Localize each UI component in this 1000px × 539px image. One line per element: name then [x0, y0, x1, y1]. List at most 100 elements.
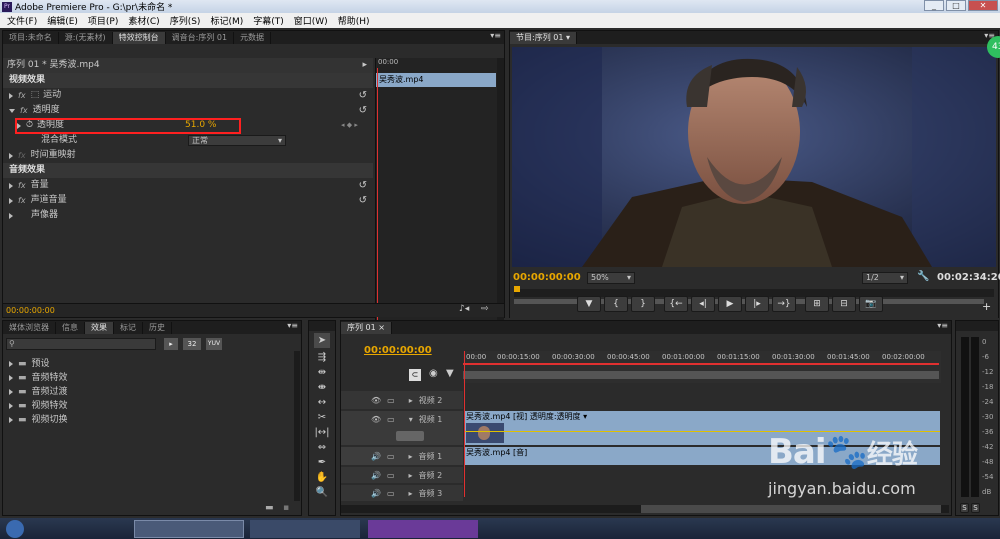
yuv-badge[interactable]: YUV: [206, 338, 222, 350]
extract-button[interactable]: ⊟: [832, 296, 856, 312]
opacity-row[interactable]: fx 透明度 ↺: [3, 103, 373, 118]
time-remap-row[interactable]: fx 时间重映射: [3, 148, 373, 163]
taskbar-item[interactable]: [134, 520, 244, 538]
menu-help[interactable]: 帮助(H): [333, 14, 375, 27]
effects-search-input[interactable]: ⚲: [6, 338, 156, 350]
expand-triangle-icon[interactable]: [9, 152, 13, 159]
panel-menu-icon[interactable]: ▾≡: [937, 321, 948, 330]
go-to-out-button[interactable]: →}: [772, 296, 796, 312]
timeline-zoom-bar[interactable]: [463, 371, 939, 379]
tab-markers[interactable]: 标记: [114, 322, 143, 334]
panel-menu-icon[interactable]: ▾≡: [490, 31, 501, 40]
menu-project[interactable]: 项目(P): [83, 14, 123, 27]
wrench-icon[interactable]: 🔧: [917, 271, 929, 282]
fx-toggle-icon[interactable]: fx: [18, 88, 26, 103]
accelerated-effects-icon[interactable]: ▸: [164, 338, 178, 350]
panner-row[interactable]: 声像器: [3, 208, 373, 223]
slip-tool-icon[interactable]: |↔|: [314, 425, 330, 440]
track-header-v1[interactable]: 👁 ▭ ▾ 视频 1: [341, 411, 463, 445]
selection-tool-icon[interactable]: ➤: [314, 333, 330, 348]
add-button-icon[interactable]: +: [982, 300, 991, 313]
motion-row[interactable]: fx ⬚ 运动 ↺: [3, 88, 373, 103]
maximize-button[interactable]: □: [946, 0, 966, 11]
track-header-a1[interactable]: 🔊 ▭ ▸ 音频 1: [341, 447, 463, 465]
track-header-a2[interactable]: 🔊 ▭ ▸ 音频 2: [341, 467, 463, 483]
rate-stretch-tool-icon[interactable]: ↔: [314, 395, 330, 410]
expand-triangle-icon[interactable]: [9, 182, 13, 189]
panel-menu-icon[interactable]: ▾≡: [287, 321, 298, 330]
zoom-tool-icon[interactable]: 🔍: [314, 485, 330, 500]
tab-audio-mixer[interactable]: 调音台:序列 01: [166, 32, 235, 44]
list-item[interactable]: ▬ 音频特效: [3, 371, 293, 385]
ec-scrollbar[interactable]: [497, 58, 504, 320]
track-select-tool-icon[interactable]: ⇶: [314, 350, 330, 365]
fx-toggle-icon[interactable]: fx: [18, 148, 26, 163]
lock-icon[interactable]: ▭: [387, 489, 395, 498]
snap-icon[interactable]: ⊂: [409, 369, 421, 381]
video-frame[interactable]: [512, 47, 996, 267]
speaker-icon[interactable]: 🔊: [371, 452, 381, 461]
program-current-timecode[interactable]: 00:00:00:00: [513, 272, 581, 283]
lock-icon[interactable]: ▭: [387, 471, 395, 480]
tab-effects[interactable]: 效果: [85, 322, 114, 334]
volume-row[interactable]: fx 音量 ↺: [3, 178, 373, 193]
ec-footer-timecode[interactable]: 00:00:00:00: [6, 306, 55, 315]
export-frame-button[interactable]: 📷: [859, 296, 883, 312]
timeline-timecode[interactable]: 00:00:00:00: [364, 345, 432, 356]
menu-window[interactable]: 窗口(W): [289, 14, 333, 27]
reset-icon[interactable]: ↺: [359, 103, 367, 118]
expand-triangle-icon[interactable]: ▸: [409, 396, 413, 405]
list-item[interactable]: ▬ 视频特效: [3, 399, 293, 413]
lock-icon[interactable]: ▭: [387, 415, 395, 424]
expand-triangle-icon[interactable]: [9, 403, 13, 409]
reset-icon[interactable]: ↺: [359, 193, 367, 208]
start-button-icon[interactable]: [6, 520, 24, 538]
collapse-triangle-icon[interactable]: [9, 108, 15, 113]
tab-program[interactable]: 节目:序列 01 ▾: [510, 32, 577, 44]
expand-triangle-icon[interactable]: [9, 417, 13, 423]
mark-in-button[interactable]: {: [604, 296, 628, 312]
hand-tool-icon[interactable]: ✋: [314, 470, 330, 485]
close-button[interactable]: ✕: [968, 0, 998, 11]
expand-triangle-icon[interactable]: [9, 212, 13, 219]
tab-effect-controls[interactable]: 特效控制台: [112, 32, 166, 44]
taskbar-item[interactable]: [368, 520, 478, 538]
marker-icon[interactable]: ▼: [446, 368, 454, 379]
track-header-a3[interactable]: 🔊 ▭ ▸ 音频 3: [341, 485, 463, 501]
speaker-icon[interactable]: 🔊: [371, 471, 381, 480]
menu-clip[interactable]: 素材(C): [123, 14, 164, 27]
mark-out-button[interactable]: }: [631, 296, 655, 312]
pen-tool-icon[interactable]: ✒: [314, 455, 330, 470]
export-icon[interactable]: ⇨: [481, 304, 489, 314]
play-button[interactable]: ▶: [718, 296, 742, 312]
expand-triangle-icon[interactable]: [9, 389, 13, 395]
expand-triangle-icon[interactable]: [9, 92, 13, 99]
expand-triangle-icon[interactable]: [9, 375, 13, 381]
time-ruler[interactable]: 00:00 00:00:15:00 00:00:30:00 00:00:45:0…: [463, 351, 941, 383]
expand-triangle-icon[interactable]: ▸: [409, 471, 413, 480]
tab-sequence[interactable]: 序列 01 ×: [341, 322, 392, 334]
effect-timeline[interactable]: 00:00 吴秀波.mp4: [375, 58, 497, 320]
audio-scrub-icon[interactable]: ♪◂: [459, 304, 469, 314]
expand-triangle-icon[interactable]: [9, 197, 13, 204]
add-marker-button[interactable]: ▼: [577, 296, 601, 312]
tab-source[interactable]: 源:(无素材): [59, 32, 113, 44]
list-item[interactable]: ▬ 视频切换: [3, 413, 293, 427]
rolling-edit-tool-icon[interactable]: ⇼: [314, 380, 330, 395]
new-bin-icon[interactable]: ▬: [265, 503, 274, 513]
channel-volume-row[interactable]: fx 声道音量 ↺: [3, 193, 373, 208]
lock-icon[interactable]: ▭: [387, 452, 395, 461]
keyframe-nav-icon[interactable]: ◂ ◆ ▸: [341, 118, 358, 133]
work-area-bar[interactable]: [463, 363, 939, 365]
resolution-select[interactable]: 1/2 ▾: [862, 272, 908, 284]
eye-icon[interactable]: 👁: [371, 415, 381, 424]
slide-tool-icon[interactable]: ⇔: [314, 440, 330, 455]
list-item[interactable]: ▬ 音频过渡: [3, 385, 293, 399]
solo-right-button[interactable]: S: [971, 503, 980, 513]
menu-edit[interactable]: 编辑(E): [42, 14, 83, 27]
set-marker-icon[interactable]: ◉: [429, 368, 438, 379]
minimize-button[interactable]: _: [924, 0, 944, 11]
ec-clip-bar[interactable]: 吴秀波.mp4: [376, 73, 496, 87]
reset-icon[interactable]: ↺: [359, 88, 367, 103]
ec-playhead[interactable]: [377, 68, 378, 320]
